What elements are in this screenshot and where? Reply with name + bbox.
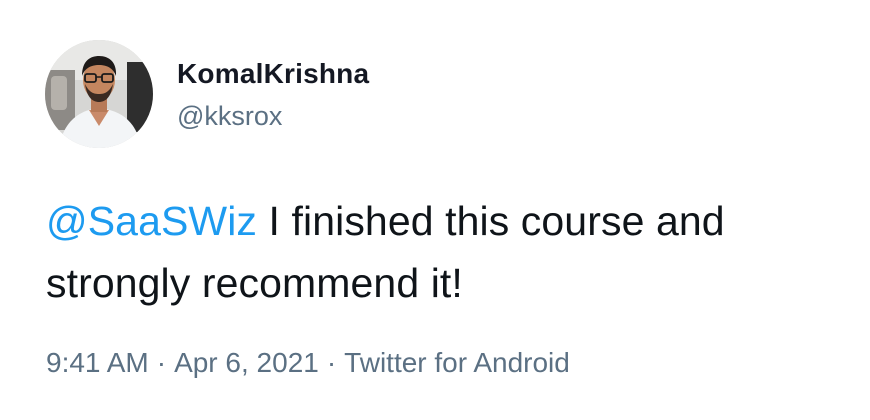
tweet-text: @SaaSWiz I finished this course and stro… bbox=[46, 190, 846, 314]
avatar[interactable] bbox=[45, 40, 153, 148]
tweet-meta: 9:41 AM · Apr 6, 2021 · Twitter for Android bbox=[46, 347, 570, 379]
display-name[interactable]: KomalKrishna bbox=[177, 58, 369, 90]
user-handle[interactable]: @kksrox bbox=[177, 101, 282, 132]
tweet-date[interactable]: Apr 6, 2021 bbox=[174, 347, 319, 378]
meta-separator: · bbox=[326, 347, 337, 378]
mention-link[interactable]: @SaaSWiz bbox=[46, 198, 257, 244]
meta-separator: · bbox=[156, 347, 167, 378]
tweet-time[interactable]: 9:41 AM bbox=[46, 347, 149, 378]
tweet-card: KomalKrishna @kksrox @SaaSWiz I finished… bbox=[0, 0, 870, 420]
tweet-source[interactable]: Twitter for Android bbox=[344, 347, 570, 378]
avatar-photo bbox=[45, 40, 153, 148]
